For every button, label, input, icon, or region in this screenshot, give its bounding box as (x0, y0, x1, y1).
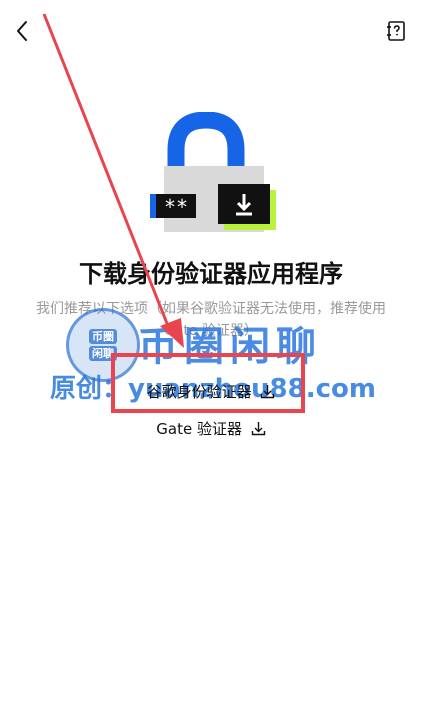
hero-illustration: ** (146, 111, 280, 232)
watermark-badge-line1: 币圈 (89, 329, 117, 344)
help-button[interactable] (386, 20, 408, 42)
page-title: 下载身份验证器应用程序 (79, 260, 343, 288)
annotation-highlight-box (111, 353, 305, 413)
password-mask: ** (164, 195, 188, 219)
padlock-download-icon: ** (150, 111, 276, 232)
help-book-icon (387, 21, 405, 41)
back-button[interactable] (10, 18, 36, 44)
gate-authenticator-label: Gate 验证器 (156, 420, 242, 438)
gate-authenticator-link[interactable]: Gate 验证器 (0, 418, 422, 439)
download-icon (251, 422, 265, 436)
chevron-left-icon (17, 21, 27, 41)
